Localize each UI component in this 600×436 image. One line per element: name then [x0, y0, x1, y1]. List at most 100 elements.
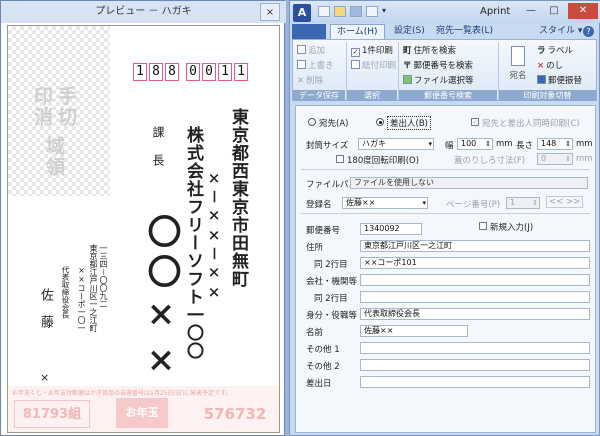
- address-2-input[interactable]: ××コーポ101: [360, 257, 590, 269]
- other-1-input[interactable]: [360, 342, 590, 354]
- preview-window: プレビュー － ハガキ × 手切 印消 域領 1 8 8 0 0 1 1 東京都…: [0, 0, 286, 436]
- overwrite-label: 上書き: [308, 61, 334, 71]
- field-label-zip: 郵便番号: [306, 226, 341, 236]
- minimize-icon[interactable]: —: [520, 3, 542, 19]
- sender-building: ××コーポ一〇一: [77, 266, 86, 332]
- width-value: 100: [461, 139, 477, 148]
- tab-home[interactable]: ホーム(H): [330, 24, 385, 39]
- new-input-checkbox[interactable]: [479, 222, 487, 230]
- group-label-data-save: データ保存: [293, 90, 345, 101]
- zip-input[interactable]: 1340092: [360, 223, 422, 235]
- sender-zip: 一三四－〇〇九二: [99, 244, 108, 308]
- company-2-input[interactable]: [360, 291, 590, 303]
- envelope-size-select[interactable]: ハガキ ▾: [358, 138, 434, 150]
- overwrite-button[interactable]: 上書き: [297, 59, 334, 71]
- label-button[interactable]: ララベル: [537, 44, 573, 56]
- regname-select[interactable]: 佐藤×× ▾: [342, 197, 428, 209]
- quick-access-dropdown-icon[interactable]: ▾: [382, 6, 386, 15]
- postal-transfer-icon: [537, 75, 546, 84]
- ribbon-tabs: ホーム(H) 設定(S) 宛先一覧表(L) スタイル ▾ ?: [290, 23, 600, 39]
- add-icon: [297, 45, 306, 54]
- sender-address: 東京都江戸川区一之江町: [89, 244, 98, 332]
- page-number-input[interactable]: 1 ⇕: [506, 197, 540, 209]
- group-label-print-target: 印刷対象切替: [499, 90, 596, 101]
- delete-button[interactable]: ✕ 削除: [297, 74, 323, 86]
- field-label-other-1: その他 1: [306, 345, 340, 355]
- field-label-other-2: その他 2: [306, 362, 340, 372]
- rotate-label: 180度回転印刷(O): [347, 156, 420, 166]
- stamp-label-line-1: 手切: [55, 86, 77, 128]
- noshi-button[interactable]: × のし: [537, 59, 563, 71]
- style-menu[interactable]: スタイル ▾: [533, 24, 588, 39]
- field-label-address: 住所: [306, 243, 324, 253]
- lottery-badge: お年玉: [116, 398, 168, 428]
- tab-settings[interactable]: 設定(S): [388, 24, 431, 39]
- radio-from[interactable]: [376, 118, 384, 126]
- address-search-icon: 町: [403, 46, 412, 56]
- ribbon: 追加 上書き ✕ 削除 データ保存 ✓ 1件印刷 総付印刷 選択 町住所を検索 〒郵…: [292, 39, 597, 101]
- margin-input[interactable]: 0 ⇕: [537, 153, 573, 165]
- close-icon[interactable]: ✕: [568, 3, 598, 19]
- sub-print-checkbox[interactable]: 総付印刷: [351, 59, 396, 71]
- spinner-icon: ⇕: [485, 140, 491, 148]
- radio-to[interactable]: [308, 118, 316, 126]
- length-unit: mm: [576, 139, 593, 149]
- file-select-label: ファイル選択等: [414, 76, 474, 86]
- app-logo-icon[interactable]: A: [293, 4, 311, 22]
- margin-value: 0: [541, 154, 547, 163]
- address-search-button[interactable]: 町住所を検索: [403, 44, 456, 56]
- file-menu-button[interactable]: [292, 24, 326, 39]
- zip-digit: 0: [186, 63, 200, 81]
- envelope-size-value: ハガキ: [362, 139, 386, 148]
- recipient-position: 長: [151, 154, 165, 166]
- open-folder-icon[interactable]: [334, 6, 346, 17]
- print-icon[interactable]: [366, 6, 378, 17]
- length-input[interactable]: 148 ⇕: [537, 138, 573, 150]
- overwrite-icon: [297, 60, 306, 69]
- filepath-field[interactable]: ファイルを使用しない: [350, 177, 588, 189]
- lottery-notice: お年玉くじ・お年玉付郵便はがき賞品の当選番号は1月25日(日)に発表予定です。: [12, 390, 232, 397]
- preview-close-button[interactable]: ×: [260, 3, 280, 21]
- aprint-window: A ▾ Aprint — □ ✕ ホーム(H) 設定(S) 宛先一覧表(L) ス…: [289, 0, 600, 436]
- both-print-label: 宛先と差出人同時印刷(C): [482, 119, 580, 129]
- width-input[interactable]: 100 ⇕: [457, 138, 493, 150]
- page-number-value: 1: [510, 198, 516, 207]
- address-input[interactable]: 東京都江戸川区一之江町: [360, 240, 590, 252]
- field-label-company-2: 同 2行目: [314, 294, 348, 304]
- new-file-icon[interactable]: [318, 6, 330, 17]
- name-input[interactable]: 佐藤××: [360, 325, 468, 337]
- new-input-label: 新規入力(J): [490, 223, 534, 233]
- one-print-label: 1件印刷: [362, 46, 393, 56]
- maximize-icon[interactable]: □: [543, 3, 565, 19]
- addressee-button[interactable]: 宛名: [504, 44, 532, 88]
- postal-transfer-button[interactable]: 郵便振替: [537, 74, 582, 86]
- file-select-button[interactable]: ファイル選択等: [403, 74, 474, 86]
- delete-label: 削除: [306, 76, 324, 86]
- zip-digit: 8: [165, 63, 179, 81]
- preview-title: プレビュー － ハガキ: [1, 1, 286, 23]
- both-print-checkbox[interactable]: ✓: [471, 118, 479, 126]
- company-input[interactable]: [360, 274, 590, 286]
- position-input[interactable]: 代表取締役会長: [360, 308, 590, 320]
- one-print-checkbox[interactable]: ✓ 1件印刷: [351, 44, 393, 57]
- regname-value: 佐藤××: [346, 198, 376, 207]
- sender-title: 代表取締役会長: [61, 266, 70, 319]
- add-button[interactable]: 追加: [297, 44, 325, 56]
- zip-digit: 1: [218, 63, 232, 81]
- other-2-input[interactable]: [360, 359, 590, 371]
- width-label: 幅: [445, 141, 454, 151]
- radio-from-label: 差出人(B): [387, 116, 431, 130]
- save-icon[interactable]: [350, 6, 362, 17]
- zip-digit: 8: [149, 63, 163, 81]
- spinner-icon: ⇕: [565, 140, 571, 148]
- pager-buttons[interactable]: << >>: [546, 196, 584, 208]
- tab-address-list[interactable]: 宛先一覧表(L): [430, 24, 499, 39]
- zip-search-button[interactable]: 〒郵便番号を検索: [403, 59, 473, 71]
- rotate-checkbox[interactable]: [336, 155, 344, 163]
- chevron-down-icon: ▾: [428, 140, 432, 148]
- send-date-input[interactable]: [360, 376, 590, 388]
- file-select-icon: [403, 75, 412, 84]
- lottery-number: 576732: [203, 405, 267, 423]
- help-icon[interactable]: ?: [583, 26, 594, 37]
- addressee-label: 宛名: [509, 71, 527, 81]
